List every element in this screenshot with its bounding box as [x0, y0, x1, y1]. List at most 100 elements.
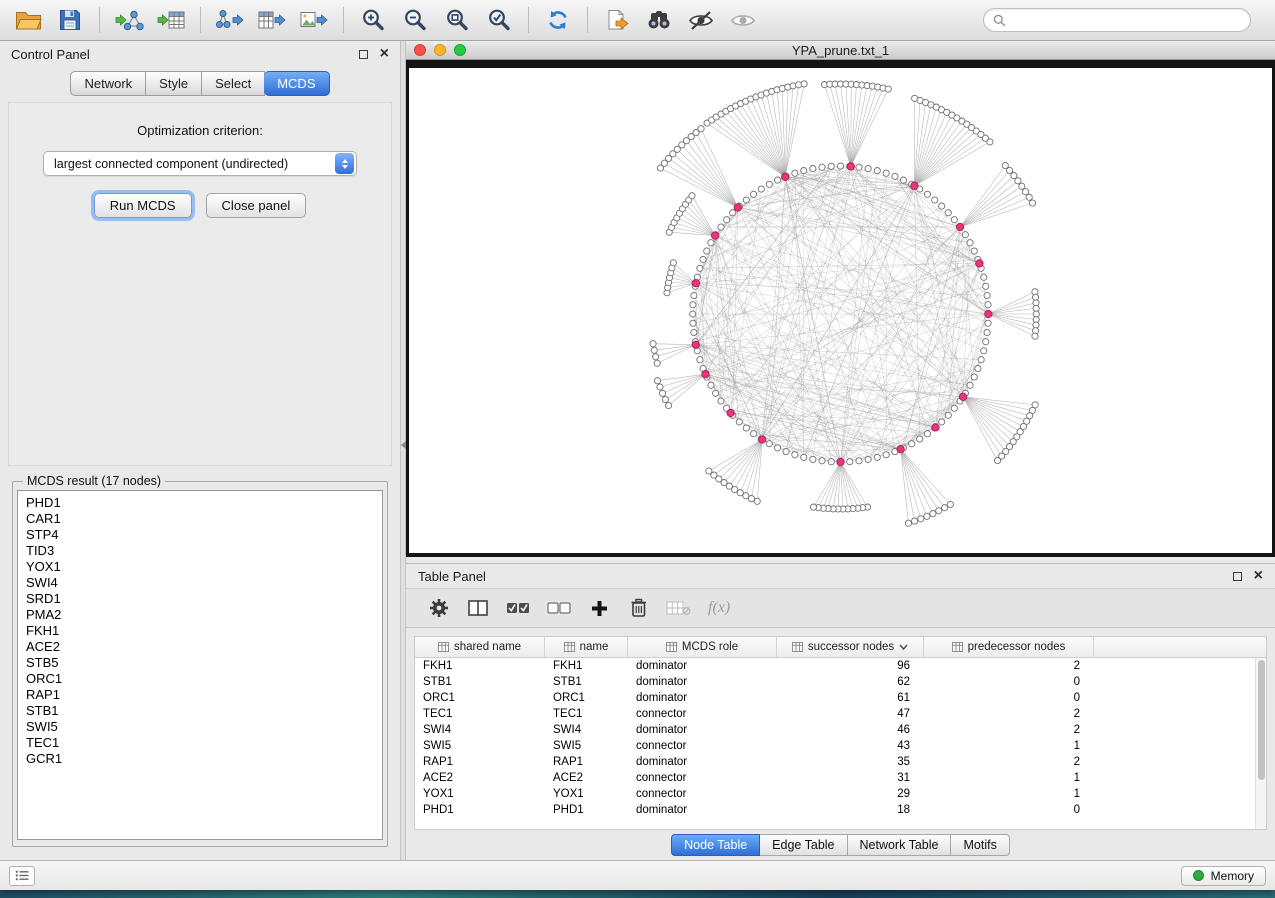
tab-edge-table[interactable]: Edge Table: [760, 834, 847, 856]
scrollbar-thumb[interactable]: [1258, 660, 1265, 780]
tab-style[interactable]: Style: [146, 71, 202, 96]
open-session-button[interactable]: [10, 4, 46, 36]
network-desktop-pane: YPA_prune.txt_1: [406, 41, 1275, 557]
network-canvas[interactable]: [409, 68, 1272, 553]
mcds-result-item[interactable]: STP4: [26, 527, 382, 543]
tab-motifs[interactable]: Motifs: [951, 834, 1009, 856]
close-panel-icon[interactable]: ×: [380, 48, 389, 60]
maximize-window-icon[interactable]: [454, 44, 466, 56]
table-row[interactable]: ORC1ORC1dominator610: [415, 690, 1266, 706]
mcds-result-item[interactable]: SRD1: [26, 591, 382, 607]
save-session-button[interactable]: [52, 4, 88, 36]
delete-table-button: [666, 595, 691, 621]
new-network-from-selection-button[interactable]: [599, 4, 635, 36]
close-panel-button[interactable]: Close panel: [206, 193, 307, 218]
column-header-filler: [1094, 637, 1266, 657]
memory-button[interactable]: Memory: [1181, 866, 1266, 886]
column-header-name[interactable]: name: [545, 637, 628, 657]
table-row[interactable]: YOX1YOX1connector291: [415, 786, 1266, 802]
table-row[interactable]: TEC1TEC1connector472: [415, 706, 1266, 722]
show-all-button[interactable]: [725, 4, 761, 36]
refresh-button[interactable]: [540, 4, 576, 36]
run-mcds-button[interactable]: Run MCDS: [94, 193, 192, 218]
export-table-button[interactable]: [254, 4, 290, 36]
mcds-result-item[interactable]: ORC1: [26, 671, 382, 687]
table-row[interactable]: ACE2ACE2connector311: [415, 770, 1266, 786]
mcds-result-item[interactable]: RAP1: [26, 687, 382, 703]
mcds-result-item[interactable]: SWI5: [26, 719, 382, 735]
zoom-selected-icon: [487, 8, 511, 32]
import-network-button[interactable]: [111, 4, 147, 36]
export-network-button[interactable]: [212, 4, 248, 36]
mcds-result-item[interactable]: ACE2: [26, 639, 382, 655]
hide-selected-button[interactable]: [683, 4, 719, 36]
close-table-panel-icon[interactable]: ×: [1254, 570, 1263, 582]
table-row[interactable]: SWI5SWI5connector431: [415, 738, 1266, 754]
show-all-icon: [730, 8, 756, 32]
tab-mcds[interactable]: MCDS: [264, 71, 329, 96]
select-all-rows-button[interactable]: [506, 595, 530, 621]
mcds-result-item[interactable]: TEC1: [26, 735, 382, 751]
mcds-result-item[interactable]: STB5: [26, 655, 382, 671]
float-panel-icon[interactable]: [359, 50, 368, 59]
column-header-shared-name[interactable]: shared name: [415, 637, 545, 657]
control-panel-header: Control Panel ×: [0, 41, 400, 67]
table-row[interactable]: RAP1RAP1dominator352: [415, 754, 1266, 770]
table-row[interactable]: STB1STB1dominator620: [415, 674, 1266, 690]
main-toolbar: [0, 0, 1275, 41]
zoom-fit-button[interactable]: [439, 4, 475, 36]
zoom-in-button[interactable]: [355, 4, 391, 36]
float-table-panel-icon[interactable]: [1233, 572, 1242, 581]
tab-select[interactable]: Select: [202, 71, 265, 96]
tab-network[interactable]: Network: [70, 71, 146, 96]
cell-successor-nodes: 29: [777, 788, 924, 800]
cell-successor-nodes: 43: [777, 740, 924, 752]
mcds-result-item[interactable]: SWI4: [26, 575, 382, 591]
zoom-selected-button[interactable]: [481, 4, 517, 36]
zoom-out-button[interactable]: [397, 4, 433, 36]
table-scrollbar[interactable]: [1255, 658, 1266, 829]
function-builder-button[interactable]: f(x): [708, 595, 730, 621]
mcds-result-item[interactable]: CAR1: [26, 511, 382, 527]
mcds-result-item[interactable]: FKH1: [26, 623, 382, 639]
cell-mcds-role: dominator: [628, 724, 777, 736]
table-settings-button[interactable]: [428, 595, 450, 621]
mcds-result-item[interactable]: YOX1: [26, 559, 382, 575]
search-input[interactable]: [1012, 13, 1241, 27]
table-row[interactable]: FKH1FKH1dominator962: [415, 658, 1266, 674]
tab-node-table[interactable]: Node Table: [671, 834, 760, 856]
deselect-all-rows-button[interactable]: [547, 595, 571, 621]
mcds-result-item[interactable]: PHD1: [26, 495, 382, 511]
mcds-result-item[interactable]: GCR1: [26, 751, 382, 767]
import-table-button[interactable]: [153, 4, 189, 36]
cell-name: TEC1: [545, 708, 628, 720]
cell-predecessor-nodes: 0: [924, 692, 1094, 704]
column-header-mcds-role[interactable]: MCDS role: [628, 637, 777, 657]
save-icon: [58, 8, 82, 32]
splitter-collapse-icon[interactable]: [401, 441, 406, 449]
close-window-icon[interactable]: [414, 44, 426, 56]
mcds-result-item[interactable]: PMA2: [26, 607, 382, 623]
mcds-result-item[interactable]: TID3: [26, 543, 382, 559]
table-row[interactable]: PHD1PHD1dominator180: [415, 802, 1266, 818]
panel-splitter[interactable]: [400, 41, 406, 860]
table-row[interactable]: SWI4SWI4dominator462: [415, 722, 1266, 738]
export-image-button[interactable]: [296, 4, 332, 36]
mcds-result-item[interactable]: STB1: [26, 703, 382, 719]
task-history-button[interactable]: [9, 866, 35, 886]
tab-network-table[interactable]: Network Table: [848, 834, 952, 856]
column-header-successor-nodes[interactable]: successor nodes: [777, 637, 924, 657]
task-list-icon: [15, 870, 29, 881]
column-header-predecessor-nodes[interactable]: predecessor nodes: [924, 637, 1094, 657]
mcds-result-list[interactable]: PHD1CAR1STP4TID3YOX1SWI4SRD1PMA2FKH1ACE2…: [17, 490, 383, 840]
first-neighbors-button[interactable]: [641, 4, 677, 36]
cell-mcds-role: dominator: [628, 692, 777, 704]
network-window-titlebar[interactable]: YPA_prune.txt_1: [406, 41, 1275, 60]
show-columns-button[interactable]: [467, 595, 489, 621]
cell-mcds-role: dominator: [628, 756, 777, 768]
optimization-criterion-select[interactable]: largest connected component (undirected): [43, 151, 357, 176]
delete-columns-button[interactable]: [627, 595, 649, 621]
table-header-row: shared namenameMCDS rolesuccessor nodesp…: [415, 637, 1266, 658]
minimize-window-icon[interactable]: [434, 44, 446, 56]
add-column-button[interactable]: [588, 595, 610, 621]
